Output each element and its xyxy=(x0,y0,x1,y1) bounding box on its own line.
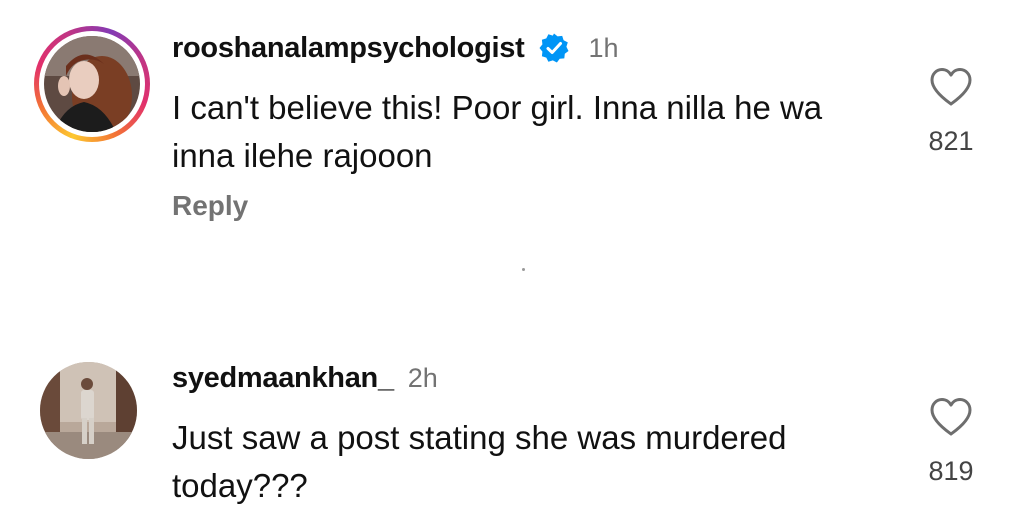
like-control: 819 xyxy=(911,396,991,487)
avatar-story-ring[interactable] xyxy=(34,26,150,142)
username[interactable]: syedmaankhan_ xyxy=(172,362,394,395)
username[interactable]: rooshanalampsychologist xyxy=(172,32,525,65)
avatar[interactable] xyxy=(44,36,140,132)
comment-text: I can't believe this! Poor girl. Inna ni… xyxy=(172,89,823,174)
reply-button[interactable]: Reply xyxy=(172,190,248,222)
divider-dot xyxy=(522,268,525,271)
comment-header: rooshanalampsychologist 1h xyxy=(172,28,619,68)
avatar-photo xyxy=(44,36,140,132)
heart-outline-icon[interactable] xyxy=(928,66,974,108)
avatar[interactable] xyxy=(40,362,137,459)
like-count: 821 xyxy=(928,126,974,156)
verified-badge-icon xyxy=(538,32,570,64)
comment-header: syedmaankhan_ 2h xyxy=(172,358,438,398)
heart-outline-icon[interactable] xyxy=(928,396,974,438)
like-control: 821 xyxy=(911,66,991,157)
comment-timestamp: 1h xyxy=(588,32,619,63)
like-count: 819 xyxy=(928,456,974,486)
comment-text: Just saw a post stating she was murdered… xyxy=(172,419,787,504)
comment-timestamp: 2h xyxy=(407,362,438,393)
avatar-photo xyxy=(40,362,137,459)
comment-item: rooshanalampsychologist 1h I can't belie… xyxy=(0,0,1024,250)
